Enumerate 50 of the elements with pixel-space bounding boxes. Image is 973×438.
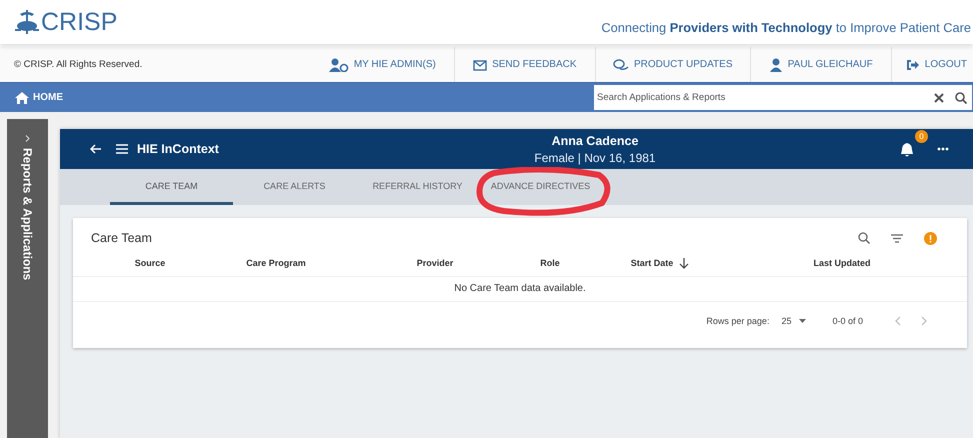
search-field[interactable]: Search Applications & Reports <box>594 85 928 110</box>
tab[interactable]: REFERRAL HISTORY <box>356 169 479 205</box>
chevron-right-icon <box>921 316 927 326</box>
arrow-left-icon <box>90 144 102 154</box>
chevron-left-icon <box>895 316 901 326</box>
chat-icon <box>612 58 629 72</box>
rows-per-page-label: Rows per page: <box>706 316 770 326</box>
app-title: HIE InContext <box>137 142 219 156</box>
close-icon <box>934 92 944 102</box>
top-link[interactable]: LOGOUT <box>892 47 973 82</box>
alert-icon <box>924 232 937 244</box>
page-range: 0-0 of 0 <box>832 316 863 326</box>
column-header[interactable]: Start Date <box>582 258 738 268</box>
notification-badge: 0 <box>915 130 928 143</box>
rows-per-page-select[interactable]: 25 <box>781 316 806 326</box>
back-button[interactable] <box>90 142 102 156</box>
search-icon <box>955 92 967 104</box>
column-header[interactable]: Role <box>518 258 582 268</box>
column-header[interactable]: Source <box>100 258 200 268</box>
search-button[interactable] <box>950 85 972 110</box>
chevron-icon <box>25 135 30 142</box>
menu-button[interactable] <box>116 142 128 156</box>
search-icon <box>858 232 870 244</box>
column-header[interactable]: Care Program <box>200 258 352 268</box>
card-title: Care Team <box>91 231 152 245</box>
sidebar-panel[interactable]: Reports & Applications <box>7 119 48 438</box>
caret-icon <box>799 319 806 323</box>
empty-message: No Care Team data available. <box>73 277 967 302</box>
sidebar-label: Reports & Applications <box>20 148 34 280</box>
more-icon <box>937 147 949 151</box>
patient-name: Anna Cadence <box>550 134 640 148</box>
column-header[interactable]: Last Updated <box>738 258 946 268</box>
menu-icon <box>116 144 128 154</box>
tagline: Connecting Providers with Technology to Improve Patient Care <box>601 18 971 34</box>
person-icon <box>768 58 783 72</box>
column-header[interactable]: Provider <box>352 258 518 268</box>
filter-button[interactable] <box>891 234 903 242</box>
patient-info: Female | Nov 16, 1981 <box>533 150 657 164</box>
logo-text: CRISP <box>41 8 118 36</box>
filter-icon <box>891 234 903 242</box>
mail-icon <box>473 58 488 72</box>
logout-icon <box>906 58 920 72</box>
tab[interactable]: CARE ALERTS <box>233 169 356 205</box>
house-icon <box>15 92 29 104</box>
notifications-button[interactable] <box>899 141 915 157</box>
bell-icon <box>900 142 914 156</box>
home-link[interactable]: HOME <box>0 92 63 104</box>
people-icon <box>328 58 349 72</box>
search-button[interactable] <box>858 232 870 244</box>
copyright-text: © CRISP. All Rights Reserved. <box>13 59 144 70</box>
